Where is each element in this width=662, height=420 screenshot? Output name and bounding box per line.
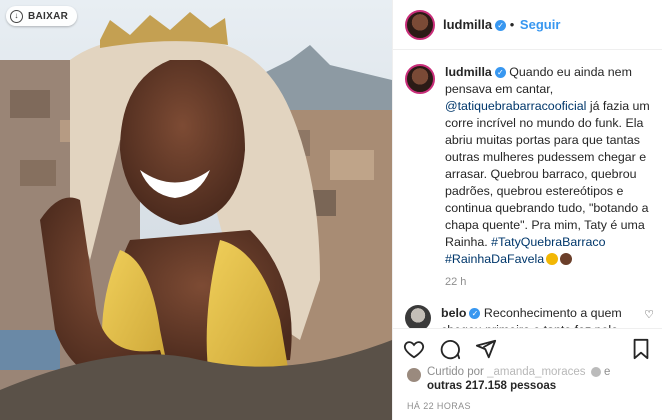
comments-section: ludmilla ✓ Quando eu ainda nem pensava em… xyxy=(393,50,662,328)
post-side-panel: ludmilla ✓ • Seguir ludmilla ✓ Quando eu a… xyxy=(392,0,662,420)
download-icon: ↓ xyxy=(10,9,23,23)
author-avatar[interactable] xyxy=(405,9,435,40)
liked-by-prefix: Curtido por xyxy=(427,366,488,378)
commenter-avatar[interactable] xyxy=(405,305,431,328)
liker-username[interactable]: _amanda_moraces xyxy=(487,366,585,378)
post-timestamp: HÁ 22 HORAS xyxy=(407,401,471,411)
caption-text-2: já fazia um corre incrível no mundo do f… xyxy=(445,99,650,249)
verified-icon: ✓ xyxy=(494,67,506,79)
post-actions xyxy=(393,328,662,369)
post-photo[interactable]: ↓ BAIXAR xyxy=(0,0,392,420)
comment: belo✓ Reconhecimento a quem chegou prime… xyxy=(405,305,654,328)
follow-button[interactable]: Seguir xyxy=(520,17,560,32)
download-label: BAIXAR xyxy=(28,10,69,22)
verified-icon: ✓ xyxy=(495,20,507,32)
likes-summary: Curtido por _amanda_moraces e outras 217… xyxy=(407,366,654,392)
hashtag-link[interactable]: #TatyQuebraBarraco xyxy=(491,235,605,249)
liker-avatar[interactable] xyxy=(407,368,421,382)
verified-icon: ✓ xyxy=(469,308,481,320)
photo-illustration xyxy=(0,0,392,420)
caption-time: 22 h xyxy=(445,276,467,288)
comment-text: Reconhecimento a quem chegou primeiro e … xyxy=(441,306,622,328)
caption-mention[interactable]: @tatiquebrabarracooficial xyxy=(445,99,586,113)
crown-emoji-icon xyxy=(546,253,559,265)
comment-icon[interactable] xyxy=(439,338,461,360)
caption-avatar[interactable] xyxy=(405,64,435,94)
heart-icon[interactable] xyxy=(403,338,425,360)
commenter-username[interactable]: belo xyxy=(441,306,466,320)
likes-count[interactable]: outras 217.158 pessoas xyxy=(427,380,610,392)
bookmark-icon[interactable] xyxy=(630,338,652,360)
post-header: ludmilla ✓ • Seguir xyxy=(393,0,662,50)
caption-username[interactable]: ludmilla xyxy=(445,65,492,79)
download-button[interactable]: ↓ BAIXAR xyxy=(6,6,78,26)
comment-like-icon[interactable]: ♡ xyxy=(644,307,654,324)
verified-icon xyxy=(590,367,601,377)
hashtag-link[interactable]: #RainhaDaFavela xyxy=(445,252,544,266)
share-icon[interactable] xyxy=(475,338,497,360)
author-username[interactable]: ludmilla xyxy=(443,17,492,32)
woman-emoji-icon xyxy=(560,253,573,265)
caption: ludmilla ✓ Quando eu ainda nem pensava em… xyxy=(405,64,650,291)
